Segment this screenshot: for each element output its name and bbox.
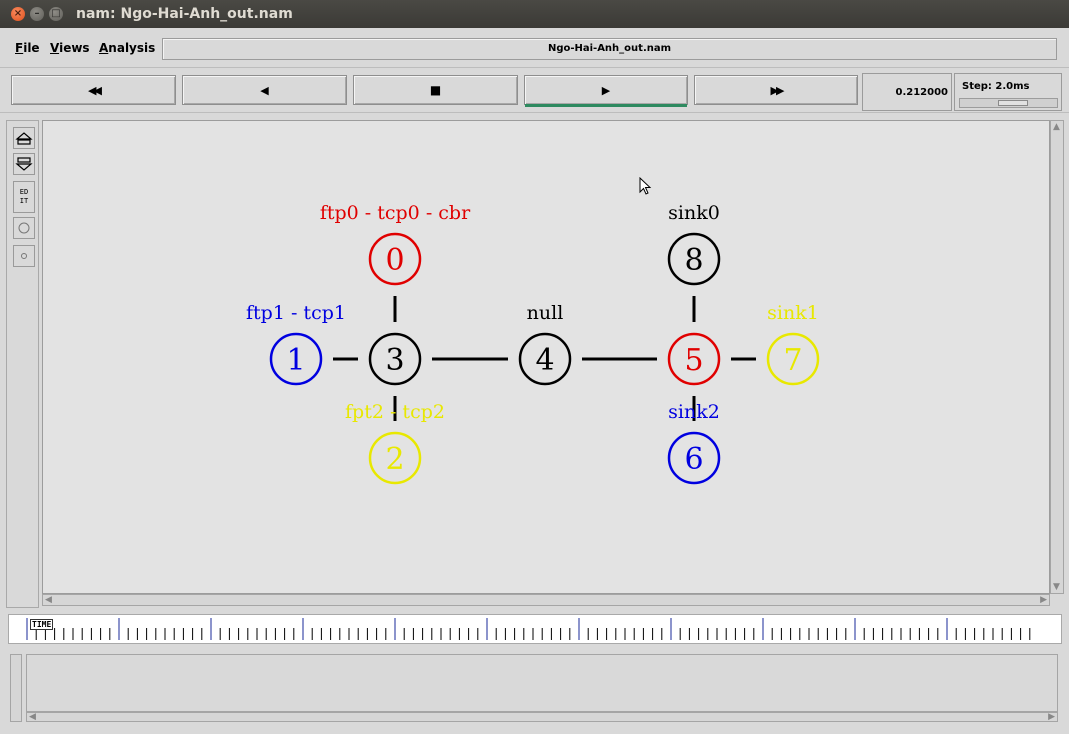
play-button[interactable]: ▶ [524, 75, 688, 107]
node-1-label: ftp1 - tcp1 [246, 302, 346, 324]
node-0-label: ftp0 - tcp0 - cbr [320, 202, 471, 224]
node-8-id: 8 [684, 243, 703, 278]
node-2-id: 2 [385, 442, 404, 477]
network-graph: 0 ftp0 - tcp0 - cbr 1 ftp1 - tcp1 2 fpt2 - tc… [246, 202, 820, 485]
title-bar: × – □ nam: Ngo-Hai-Anh_out.nam [0, 0, 1069, 28]
timeline-slider[interactable]: TIME [8, 614, 1062, 644]
annotation-horizontal-scrollbar[interactable]: ◀ ▶ [26, 712, 1058, 722]
close-window-button[interactable]: × [11, 7, 25, 21]
node-3-id: 3 [385, 343, 404, 378]
annotation-scroll-left-icon[interactable]: ◀ [29, 712, 36, 722]
filename-display: Ngo-Hai-Anh_out.nam [162, 38, 1057, 60]
step-back-icon: ◀ [260, 83, 269, 97]
tool-panel: EDIT [6, 120, 39, 608]
node-4-id: 4 [535, 343, 554, 378]
timeline-ticks [26, 618, 1031, 640]
zoom-out-tool[interactable] [13, 153, 35, 175]
edit-tool[interactable]: EDIT [13, 181, 35, 213]
annotation-list[interactable] [26, 654, 1058, 712]
mouse-cursor-icon [639, 177, 652, 195]
step-slider-thumb[interactable] [998, 100, 1028, 106]
scroll-up-icon[interactable]: ▲ [1053, 122, 1060, 132]
timeline-label: TIME [30, 619, 54, 630]
canvas-vertical-scrollbar[interactable]: ▲ ▼ [1050, 120, 1064, 594]
zoom-in-icon [15, 132, 33, 145]
minimize-window-button[interactable]: – [30, 7, 44, 21]
rewind-button[interactable]: ◀◀ [11, 75, 176, 105]
step-label: Step: 2.0ms [962, 81, 1030, 92]
step-slider[interactable] [959, 98, 1058, 108]
stop-button[interactable]: ■ [353, 75, 518, 105]
node-8-label: sink0 [668, 202, 720, 224]
node-5-id: 5 [684, 343, 703, 378]
canvas-horizontal-scrollbar[interactable]: ◀ ▶ [42, 594, 1050, 606]
zoom-out-icon [15, 157, 33, 171]
small-node-tool[interactable] [13, 245, 35, 267]
menu-file[interactable]: File [15, 41, 40, 55]
fast-forward-button[interactable]: ▶▶ [694, 75, 858, 105]
scroll-down-icon[interactable]: ▼ [1053, 582, 1060, 592]
play-icon: ▶ [601, 83, 611, 97]
node-7-label: sink1 [767, 302, 819, 324]
large-circle-icon [18, 222, 30, 234]
node-6-id: 6 [684, 442, 703, 477]
window-title: nam: Ngo-Hai-Anh_out.nam [76, 6, 293, 22]
node-6-label: sink2 [668, 401, 720, 423]
node-4-label: null [527, 302, 564, 324]
node-2-label: fpt2 - tcp2 [345, 401, 445, 423]
zoom-in-tool[interactable] [13, 127, 35, 149]
edit-label: EDIT [19, 188, 29, 205]
annotation-vertical-scrollbar[interactable] [10, 654, 22, 722]
playback-toolbar: ◀◀ ◀ ■ ▶ ▶▶ 0.212000 Step: 2.0ms [0, 69, 1069, 113]
node-1-id: 1 [286, 343, 305, 378]
node-0-id: 0 [385, 243, 404, 278]
large-node-tool[interactable] [13, 217, 35, 239]
annotation-panel: ◀ ▶ [10, 654, 1060, 722]
step-back-button[interactable]: ◀ [182, 75, 347, 105]
small-circle-icon [21, 253, 27, 259]
rewind-icon: ◀◀ [88, 83, 102, 97]
scroll-left-icon[interactable]: ◀ [45, 595, 52, 605]
step-control: Step: 2.0ms [954, 73, 1062, 111]
scroll-right-icon[interactable]: ▶ [1040, 595, 1047, 605]
maximize-window-button[interactable]: □ [49, 7, 63, 21]
time-display: 0.212000 [862, 73, 952, 111]
menu-analysis[interactable]: Analysis [99, 41, 155, 55]
menu-bar: File Views Analysis Ngo-Hai-Anh_out.nam [0, 28, 1069, 68]
menu-views[interactable]: Views [50, 41, 90, 55]
annotation-scroll-right-icon[interactable]: ▶ [1048, 712, 1055, 722]
stop-icon: ■ [429, 83, 442, 97]
network-canvas[interactable]: 0 ftp0 - tcp0 - cbr 1 ftp1 - tcp1 2 fpt2 - tc… [42, 120, 1050, 594]
node-7-id: 7 [783, 343, 802, 378]
fast-forward-icon: ▶▶ [770, 83, 785, 97]
